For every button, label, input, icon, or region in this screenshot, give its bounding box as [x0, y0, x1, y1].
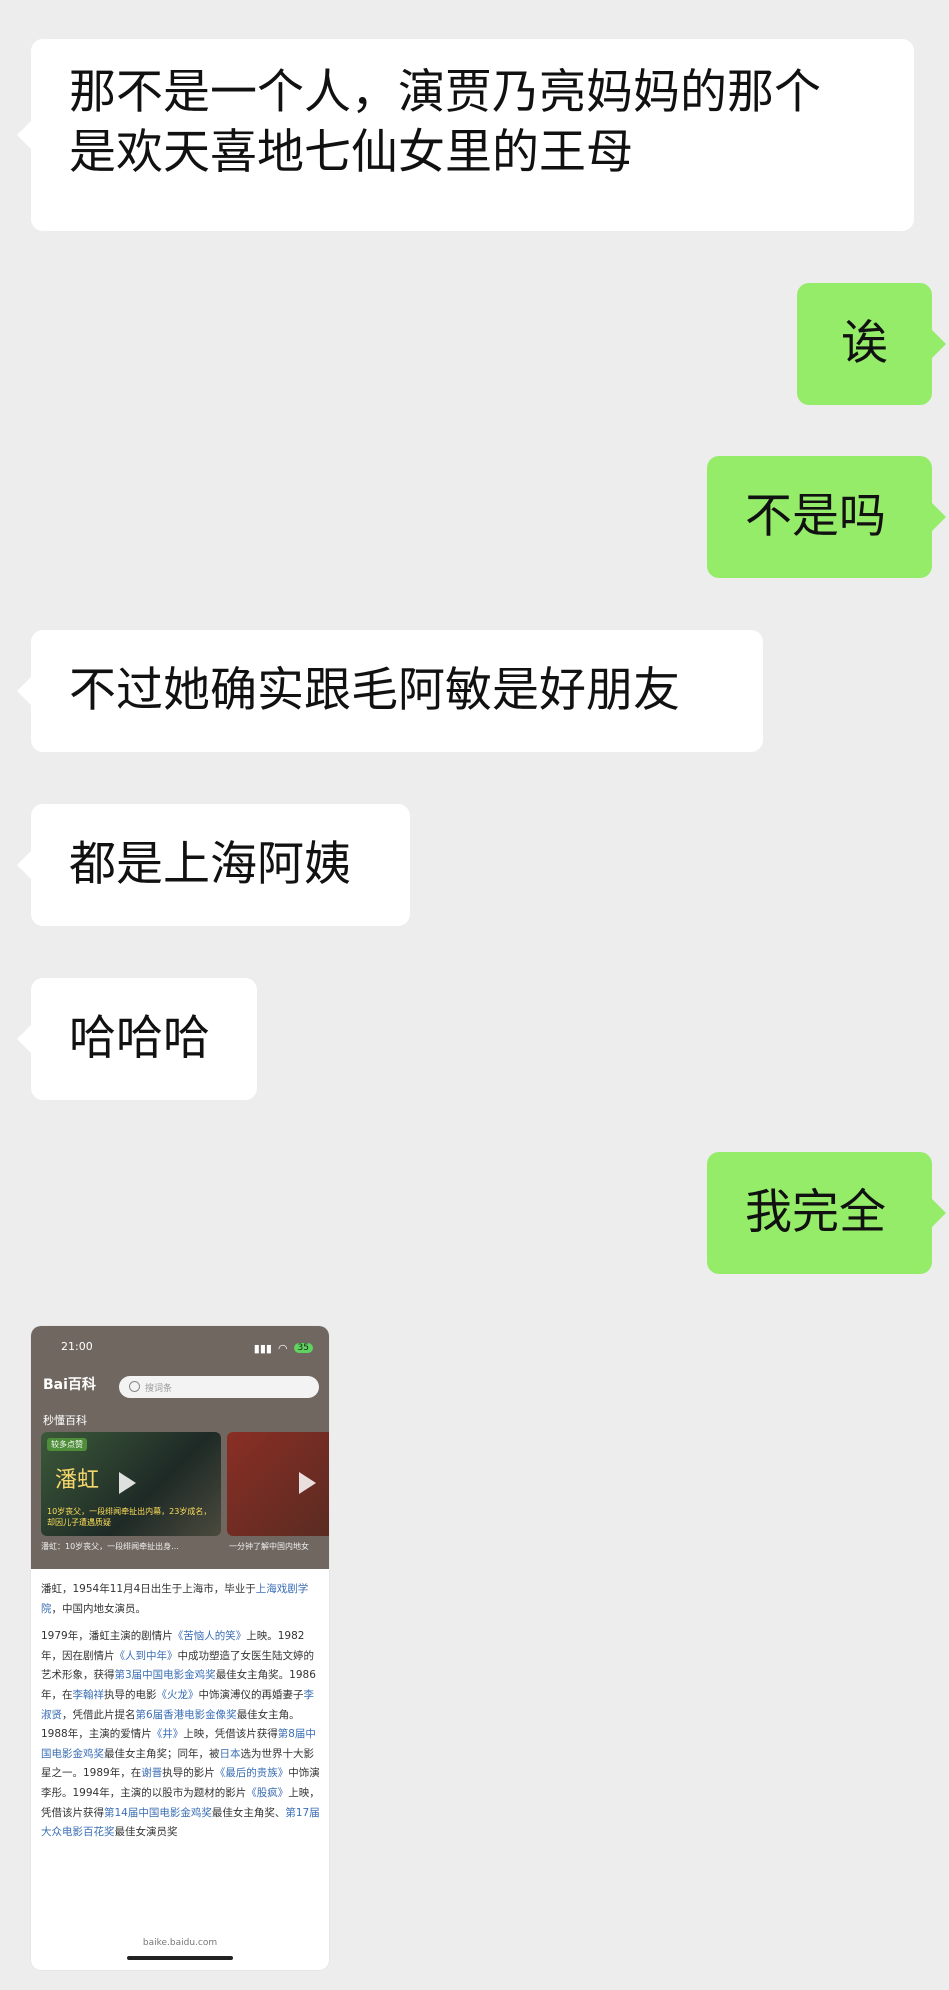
- article-intro: 潘虹，1954年11月4日出生于上海市，毕业于上海戏剧学院，中国内地女演员。: [41, 1580, 323, 1619]
- message-text-line: 是欢天喜地七仙女里的王母: [69, 125, 633, 180]
- message-bubble-received[interactable]: 不过她确实跟毛阿敏是好朋友: [17, 630, 763, 752]
- intro-text: ，中国内地女演员。: [51, 1602, 147, 1615]
- bio-link: 李翰祥: [72, 1688, 105, 1701]
- bio-link: 《井》: [151, 1728, 184, 1741]
- bio-text: 1979年，潘虹主演的剧情片: [41, 1630, 173, 1643]
- search-placeholder: 搜词条: [145, 1383, 173, 1394]
- message-text: 都是上海阿姨: [69, 837, 351, 892]
- video-badge: 较多点赞: [47, 1438, 87, 1451]
- section-label: 秒懂百科: [43, 1414, 87, 1427]
- status-bar: 21:00 ▮▮▮ ◠ 35: [61, 1340, 313, 1356]
- message-bubble-sent[interactable]: 我完全: [707, 1152, 946, 1274]
- video-title: 潘虹: [55, 1468, 100, 1493]
- search-icon: [129, 1381, 140, 1392]
- video-caption: 潘虹：10岁丧父，一段绯闻牵扯出身...: [41, 1542, 179, 1551]
- bio-link: 谢晋: [141, 1767, 163, 1780]
- message-text: 诶: [841, 316, 888, 371]
- message-text: 不过她确实跟毛阿敏是好朋友: [69, 663, 680, 718]
- home-indicator: [127, 1956, 233, 1960]
- article-bio: 1979年，潘虹主演的剧情片《苦恼人的笑》上映。1982年，因在剧情片《人到中年…: [41, 1627, 323, 1843]
- bio-link: 第14届中国电影金鸡奖: [104, 1806, 212, 1819]
- video-overlay-text: 10岁丧父，一段绯闻牵扯出内幕，23岁成名，却因儿子遭遇质疑: [47, 1507, 212, 1527]
- status-time: 21:00: [61, 1340, 93, 1353]
- bio-text: 最佳女演员奖: [114, 1826, 178, 1839]
- status-icons: ▮▮▮ ◠ 35: [254, 1340, 313, 1356]
- wifi-icon: ◠: [277, 1341, 288, 1355]
- play-icon: [119, 1472, 136, 1494]
- bio-link: 《苦恼人的笑》: [172, 1630, 247, 1643]
- footer-url: baike.baidu.com: [142, 1938, 218, 1948]
- message-text: 不是吗: [745, 489, 886, 544]
- bio-text: 最佳女主角奖；同年，被: [104, 1747, 220, 1760]
- bio-text: 执导的电影: [104, 1688, 157, 1701]
- bio-text: 中饰演溥仪的再婚妻子: [198, 1688, 304, 1701]
- play-icon: [299, 1472, 316, 1494]
- bio-text: 最佳女主角奖、: [211, 1806, 286, 1819]
- search-input: 搜词条: [119, 1376, 319, 1398]
- message-text: 哈哈哈: [69, 1011, 210, 1066]
- video-card: [227, 1432, 329, 1536]
- battery-icon: 35: [293, 1343, 313, 1353]
- message-bubble-received[interactable]: 那不是一个人，演贾乃亮妈妈的那个 是欢天喜地七仙女里的王母: [17, 39, 914, 231]
- bio-link: 《股疯》: [246, 1786, 289, 1799]
- bio-link: 第6届香港电影金像奖: [135, 1708, 237, 1721]
- message-text-line: 那不是一个人，演贾乃亮妈妈的那个: [69, 65, 821, 120]
- bio-link: 日本: [219, 1747, 241, 1760]
- signal-icon: ▮▮▮: [253, 1341, 272, 1355]
- video-caption: 一分钟了解中国内地女: [229, 1542, 309, 1551]
- image-message[interactable]: 21:00 ▮▮▮ ◠ 35 Bai百科 搜词条 秒懂百科 较多点赞 潘虹 10…: [31, 1326, 329, 1970]
- article-body: 潘虹，1954年11月4日出生于上海市，毕业于上海戏剧学院，中国内地女演员。 1…: [41, 1580, 323, 1851]
- intro-text: 潘虹，1954年11月4日出生于上海市，毕业于: [41, 1583, 256, 1595]
- bio-link: 第3届中国电影金鸡奖: [114, 1669, 216, 1682]
- message-text: 我完全: [745, 1185, 886, 1240]
- bio-text: 上映，凭借该片获得: [183, 1728, 278, 1741]
- message-bubble-sent[interactable]: 不是吗: [707, 456, 946, 578]
- screenshot-header-area: 21:00 ▮▮▮ ◠ 35 Bai百科 搜词条 秒懂百科 较多点赞 潘虹 10…: [31, 1326, 329, 1569]
- message-bubble-received[interactable]: 哈哈哈: [17, 978, 257, 1100]
- video-card: 较多点赞 潘虹 10岁丧父，一段绯闻牵扯出内幕，23岁成名，却因儿子遭遇质疑: [41, 1432, 221, 1536]
- baike-logo: Bai百科: [43, 1377, 96, 1393]
- message-bubble-received[interactable]: 都是上海阿姨: [17, 804, 410, 926]
- message-bubble-sent[interactable]: 诶: [797, 283, 946, 405]
- bio-text: 执导的影片: [162, 1767, 215, 1780]
- bio-link: 《火龙》: [156, 1688, 199, 1701]
- bio-link: 《人到中年》: [114, 1649, 178, 1662]
- bio-link: 《最后的贵族》: [214, 1767, 289, 1780]
- bio-text: ，凭借此片提名: [62, 1708, 136, 1721]
